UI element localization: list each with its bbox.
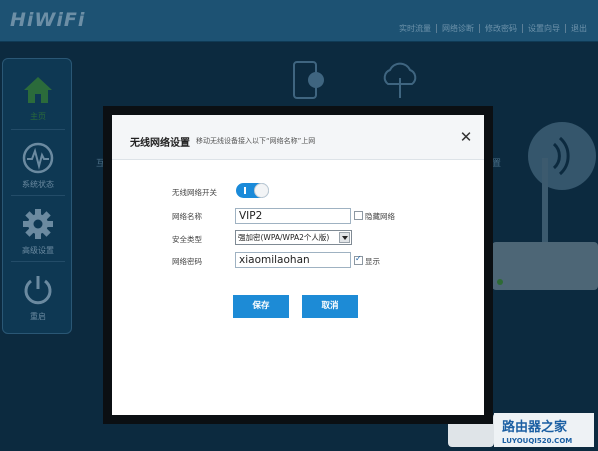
- sidebar-item-home[interactable]: 主页: [3, 63, 73, 129]
- sidebar-item-label: 重启: [30, 312, 46, 321]
- sidebar-item-label: 系统状态: [22, 180, 54, 189]
- gear-icon: [23, 209, 53, 239]
- dialog-body: 无线网络设置 移动无线设备接入以下“网络名称”上网 ✕ 无线网络开关 网络名称 …: [112, 115, 484, 415]
- hide-network-label: 隐藏网络: [365, 212, 395, 221]
- ssid-input[interactable]: VIP2: [235, 208, 351, 224]
- home-icon: [24, 77, 52, 103]
- watermark-url: LUYOUQI520.COM: [502, 437, 572, 445]
- watermark-title: 路由器之家: [502, 419, 568, 435]
- show-password-checkbox[interactable]: [354, 254, 363, 265]
- dialog-header: 无线网络设置 移动无线设备接入以下“网络名称”上网 ✕: [112, 115, 484, 160]
- security-type-value: 强加密(WPA/WPA2个人版): [238, 233, 330, 242]
- close-icon[interactable]: ✕: [459, 130, 473, 145]
- security-type-select[interactable]: 强加密(WPA/WPA2个人版): [235, 230, 352, 245]
- top-bar: HiWiFi 实时流量 网络诊断 修改密码 设置向导 退出: [0, 0, 598, 42]
- sidebar-item-advanced[interactable]: 高级设置: [3, 197, 73, 263]
- router-illustration: [492, 122, 598, 290]
- nav-logout[interactable]: 退出: [566, 24, 592, 33]
- divider: [11, 261, 65, 262]
- pulse-icon: [22, 142, 54, 174]
- nav-setup-wizard[interactable]: 设置向导: [523, 24, 566, 33]
- save-button[interactable]: 保存: [233, 295, 289, 318]
- nav-network-diagnosis[interactable]: 网络诊断: [437, 24, 480, 33]
- sidebar-item-status[interactable]: 系统状态: [3, 131, 73, 197]
- sidebar-item-reboot[interactable]: 重启: [3, 263, 73, 329]
- toggle-on-marker: [244, 187, 246, 194]
- sidebar: 主页 系统状态 高级设置 重启: [2, 58, 72, 334]
- power-icon: [24, 276, 52, 305]
- show-password-label: 显示: [365, 257, 380, 266]
- wifi-switch-toggle[interactable]: [236, 183, 269, 198]
- divider: [11, 195, 65, 196]
- chevron-down-icon: [339, 232, 350, 243]
- toggle-knob: [254, 183, 269, 198]
- nav-realtime-traffic[interactable]: 实时流量: [394, 24, 437, 33]
- sidebar-item-label: 高级设置: [22, 246, 54, 255]
- password-label: 网络密码: [172, 257, 202, 266]
- security-type-label: 安全类型: [172, 235, 202, 244]
- dialog-subtitle: 移动无线设备接入以下“网络名称”上网: [196, 137, 316, 145]
- divider: [11, 129, 65, 130]
- cloud-download-icon: [383, 62, 417, 98]
- phone-icon: [293, 61, 324, 99]
- wireless-settings-dialog: 无线网络设置 移动无线设备接入以下“网络名称”上网 ✕ 无线网络开关 网络名称 …: [103, 106, 493, 424]
- sidebar-item-label: 主页: [30, 112, 46, 121]
- top-nav: 实时流量 网络诊断 修改密码 设置向导 退出: [394, 24, 592, 33]
- hiwifi-logo: HiWiFi: [10, 9, 86, 31]
- cancel-button[interactable]: 取消: [302, 295, 358, 318]
- wifi-switch-label: 无线网络开关: [172, 188, 217, 197]
- dialog-title: 无线网络设置: [130, 138, 190, 149]
- hide-network-checkbox[interactable]: [354, 211, 363, 220]
- ssid-label: 网络名称: [172, 212, 202, 221]
- nav-change-password[interactable]: 修改密码: [480, 24, 523, 33]
- password-input[interactable]: xiaomilaohan: [235, 252, 351, 268]
